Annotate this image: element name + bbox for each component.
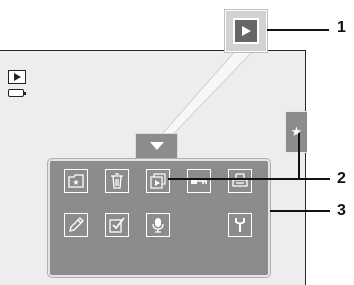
- callout-number-2: 2: [337, 170, 346, 187]
- chevron-down-icon: [149, 142, 164, 150]
- callout-number-3: 3: [337, 202, 346, 219]
- callout-line-1: [267, 29, 329, 31]
- print-order-icon: [232, 173, 248, 187]
- delete-button[interactable]: [105, 169, 129, 193]
- trash-icon: [111, 173, 123, 189]
- print-order-button[interactable]: [228, 169, 252, 193]
- menu-tab[interactable]: [135, 133, 178, 161]
- star-icon: ★: [290, 124, 303, 139]
- edit-check-icon: [109, 217, 125, 233]
- favorites-button[interactable]: ★: [64, 169, 88, 193]
- callout-vline-2: [298, 133, 300, 179]
- edit-button[interactable]: [105, 213, 129, 237]
- voice-memo-icon: [152, 218, 164, 233]
- retouch-button[interactable]: [64, 213, 88, 237]
- favorite-tab[interactable]: ★: [285, 111, 307, 153]
- callout-line-3: [270, 210, 330, 212]
- play-icon: [233, 18, 259, 44]
- favorites-folder-icon: ★: [68, 174, 84, 188]
- menu-panel: ★: [48, 159, 270, 277]
- callout-number-1: 1: [337, 19, 346, 36]
- slideshow-icon: [150, 173, 166, 189]
- pencil-retouch-icon: [69, 217, 84, 232]
- protect-button[interactable]: [187, 169, 211, 193]
- svg-text:★: ★: [72, 178, 79, 187]
- setup-wrench-icon: [235, 218, 245, 232]
- voice-memo-button[interactable]: [146, 213, 170, 237]
- setup-button[interactable]: [228, 213, 252, 237]
- callout-line-2: [168, 178, 330, 180]
- play-icon-callout: [225, 10, 267, 52]
- slideshow-button[interactable]: [146, 169, 170, 193]
